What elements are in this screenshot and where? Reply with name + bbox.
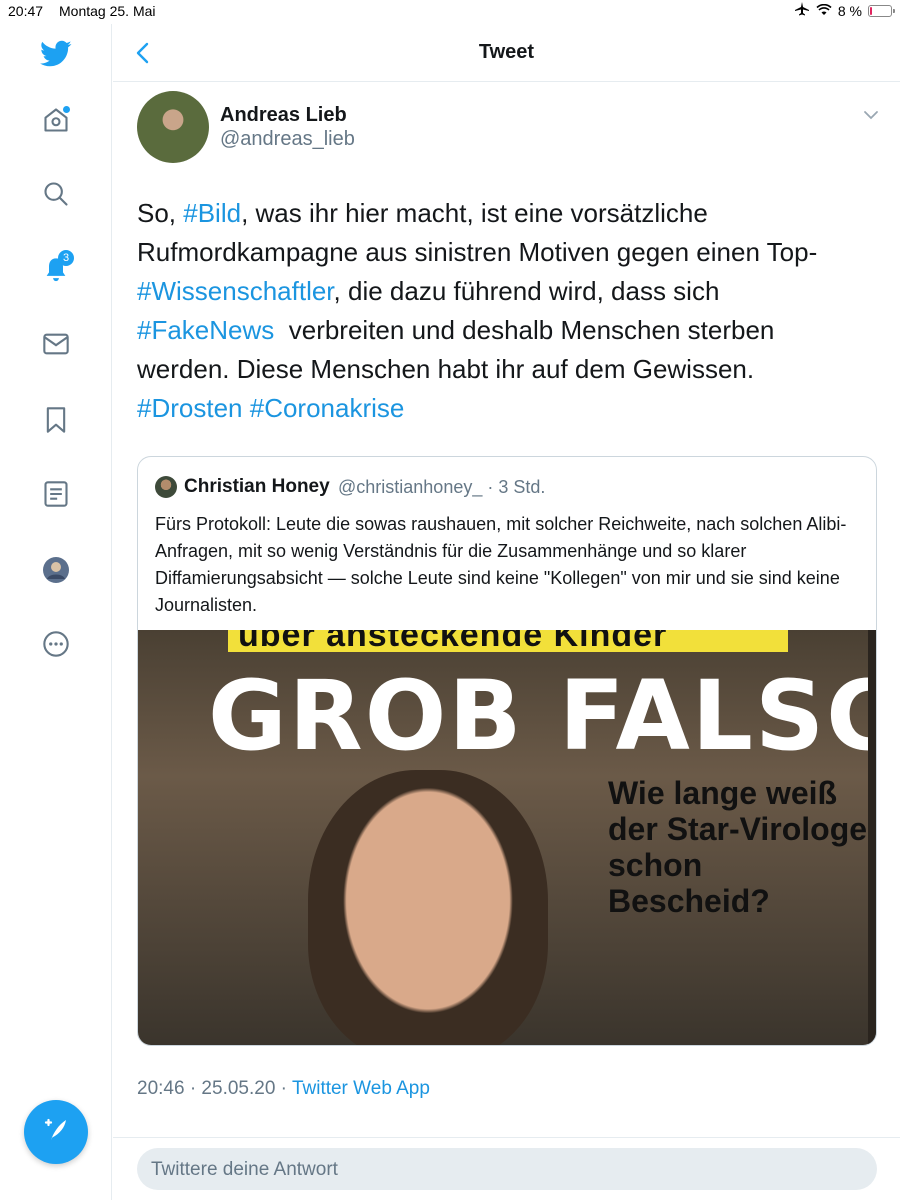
- bookmarks-icon[interactable]: [40, 404, 72, 436]
- tweet-text-segment: [243, 393, 250, 423]
- status-bar: 20:47 Montag 25. Mai 8 %: [0, 0, 900, 24]
- tweet-source-link[interactable]: Twitter Web App: [292, 1078, 430, 1099]
- author-avatar[interactable]: [137, 91, 209, 163]
- messages-icon[interactable]: [40, 328, 72, 360]
- wifi-icon: [816, 3, 832, 19]
- battery-icon: [868, 4, 895, 17]
- notifications-icon[interactable]: 3: [40, 250, 74, 286]
- image-strip-text: über ansteckende Kinder: [238, 630, 668, 654]
- author-handle[interactable]: @andreas_lieb: [220, 128, 355, 151]
- sidebar: 3: [0, 24, 112, 1200]
- page-header: Tweet: [113, 24, 900, 82]
- hashtag-link[interactable]: #Bild: [183, 198, 241, 228]
- status-date: Montag 25. Mai: [59, 3, 156, 19]
- more-icon[interactable]: [40, 628, 72, 660]
- image-headline: GROB FALSCH: [208, 660, 876, 772]
- airplane-mode-icon: [794, 2, 810, 19]
- image-subtext: Wie lange weiß der Star-Virologe schon B…: [608, 775, 868, 919]
- hashtag-link[interactable]: #Drosten: [137, 393, 243, 423]
- twitter-logo-icon[interactable]: [40, 38, 72, 70]
- notifications-badge: 3: [58, 250, 74, 266]
- quoted-tweet-text: Fürs Protokoll: Leute die sowas raushaue…: [155, 514, 847, 615]
- quoted-author-meta: @christianhoney_ · 3 Std.: [338, 477, 546, 497]
- quoted-tweet[interactable]: Christian Honey @christianhoney_ · 3 Std…: [137, 456, 877, 1046]
- tweet-text-segment: So,: [137, 198, 184, 228]
- tweet-timestamp: 20:46 · 25.05.20 · Twitter Web App: [137, 1078, 430, 1100]
- reply-input[interactable]: Twittere deine Antwort: [137, 1148, 877, 1190]
- page-title: Tweet: [478, 41, 535, 63]
- tweet-text: So, #Bild, was ihr hier macht, ist eine …: [137, 194, 857, 428]
- reply-placeholder: Twittere deine Antwort: [151, 1159, 338, 1180]
- quoted-tweet-image[interactable]: über ansteckende Kinder GROB FALSCH Wie …: [138, 630, 876, 1045]
- battery-percent: 8 %: [837, 2, 862, 19]
- divider: [113, 1137, 900, 1138]
- quoted-author-avatar: [155, 476, 177, 498]
- compose-tweet-icon: [41, 1115, 71, 1150]
- tweet-time-date: 20:46 · 25.05.20 ·: [137, 1078, 292, 1099]
- tweet-text-segment: , die dazu führend wird, dass sich: [333, 276, 720, 306]
- home-icon[interactable]: [40, 104, 72, 136]
- compose-tweet-button[interactable]: [24, 1100, 88, 1164]
- quoted-author-name: Christian Honey: [184, 476, 330, 497]
- image-portrait: [308, 770, 548, 1045]
- search-icon[interactable]: [40, 178, 72, 210]
- status-indicators: 8 %: [794, 2, 895, 19]
- author-display-name[interactable]: Andreas Lieb: [220, 104, 347, 127]
- chevron-down-icon: [864, 111, 878, 120]
- image-edge: [868, 630, 876, 1045]
- lists-icon[interactable]: [40, 478, 72, 510]
- tweet-options-button[interactable]: [862, 108, 880, 122]
- hashtag-link[interactable]: #Wissenschaftler: [137, 276, 334, 306]
- status-time: 20:47: [8, 3, 44, 19]
- home-new-indicator: [63, 106, 70, 113]
- profile-icon[interactable]: [40, 554, 72, 586]
- hashtag-link[interactable]: #Coronakrise: [250, 393, 405, 423]
- hashtag-link[interactable]: #FakeNews: [137, 315, 274, 345]
